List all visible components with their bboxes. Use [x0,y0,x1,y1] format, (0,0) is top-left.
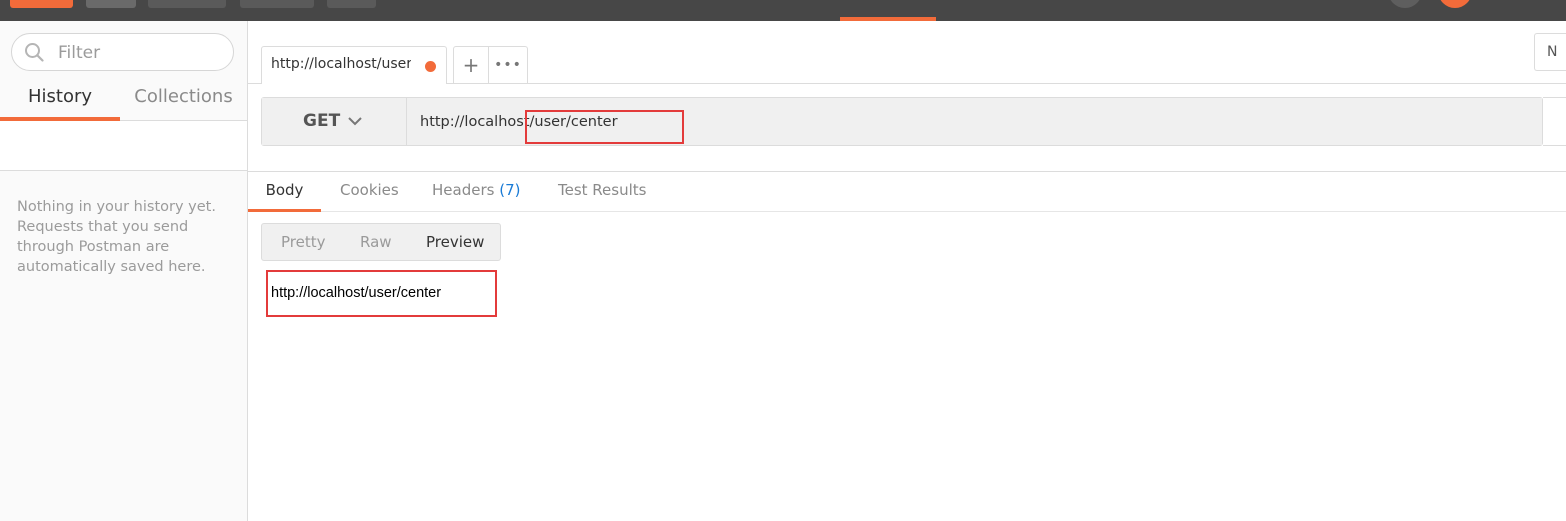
view-pretty-button[interactable]: Pretty [281,224,326,260]
import-button[interactable] [86,0,136,8]
history-empty-message: Nothing in your history yet. Requests th… [17,199,216,275]
url-input[interactable] [408,98,1542,145]
request-url-bar: GET [261,97,1543,146]
avatar[interactable] [1438,0,1472,8]
tab-headers[interactable]: Headers (7) [432,172,520,212]
tab-history[interactable]: History [0,77,120,121]
tab-headers-label: Headers [432,181,495,199]
request-tabs-bar: http://localhost/user/center + ••• N [248,21,1566,84]
view-raw-button[interactable]: Raw [360,224,392,260]
tab-collections[interactable]: Collections [120,77,247,121]
chevron-down-icon [348,117,362,126]
view-preview-button[interactable]: Preview [426,224,484,260]
history-toolbar [0,121,247,171]
search-box[interactable] [11,33,234,71]
tab-cookies[interactable]: Cookies [340,172,399,212]
tab-test-results[interactable]: Test Results [558,172,646,212]
search-input[interactable] [56,40,226,66]
search-icon [25,43,44,62]
headers-count-badge: (7) [499,181,521,199]
new-window-button[interactable] [327,0,376,8]
response-preview-text: http://localhost/user/center [271,285,442,301]
main-panel: http://localhost/user/center + ••• N GET… [248,21,1566,521]
request-tab[interactable]: http://localhost/user/center [261,46,447,84]
app-toolbar [0,0,1566,21]
sidebar-tabs: History Collections [0,77,247,121]
body-view-toggle: Pretty Raw Preview [261,223,501,261]
tab-body[interactable]: Body [248,172,321,212]
more-tabs-button[interactable]: ••• [488,46,528,84]
toolbar-button[interactable] [240,0,314,8]
method-label: GET [303,111,341,131]
unsaved-dot-icon [425,61,436,72]
sync-icon[interactable] [1388,0,1422,8]
response-tabs: Body Cookies Headers (7) Test Results [248,171,1566,212]
method-select[interactable]: GET [262,98,407,145]
add-tab-button[interactable]: + [453,46,489,84]
environment-select[interactable]: N [1534,33,1566,71]
sidebar: History Collections Nothing in your hist… [0,21,248,521]
send-button[interactable] [1543,97,1566,146]
new-button[interactable] [10,0,73,8]
request-tab-label: http://localhost/user/center [271,56,411,72]
runner-button[interactable] [148,0,226,8]
